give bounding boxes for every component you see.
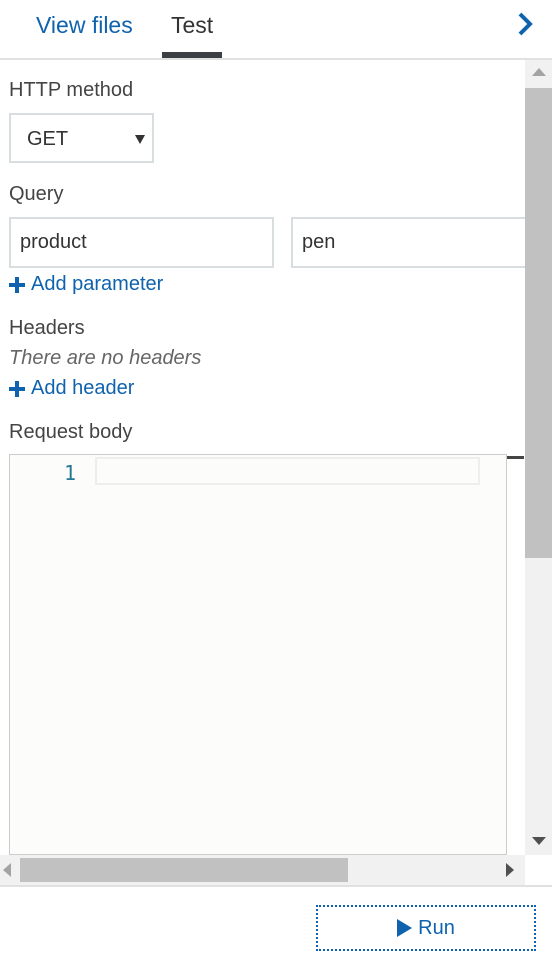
headers-label: Headers [9, 317, 85, 339]
scroll-right-arrow-icon[interactable] [506, 863, 514, 877]
query-param-value-input[interactable]: pen [291, 217, 525, 268]
http-method-select[interactable]: GET [9, 113, 154, 163]
scroll-up-arrow-icon[interactable] [532, 68, 546, 76]
current-line-highlight[interactable] [95, 457, 480, 485]
add-header-link[interactable]: Add header [9, 377, 134, 400]
chevron-right-icon[interactable] [512, 10, 540, 38]
vertical-scrollbar[interactable] [525, 60, 552, 855]
horizontal-scrollbar[interactable] [0, 855, 525, 885]
active-tab-indicator [162, 52, 222, 58]
add-parameter-link[interactable]: Add parameter [9, 273, 163, 296]
tab-bar: View files Test [0, 0, 552, 60]
run-label: Run [418, 916, 455, 939]
http-method-label: HTTP method [9, 79, 134, 101]
tab-test[interactable]: Test [171, 12, 213, 39]
no-headers-text: There are no headers [9, 347, 202, 369]
run-button[interactable]: Run [316, 905, 536, 951]
request-body-editor[interactable]: 1 [9, 454, 507, 855]
query-param-name-input[interactable]: product [9, 217, 274, 268]
query-label: Query [9, 183, 64, 205]
horizontal-scroll-thumb[interactable] [20, 858, 348, 882]
scroll-down-arrow-icon[interactable] [532, 837, 546, 845]
play-icon [397, 919, 413, 937]
plus-icon [9, 276, 25, 293]
request-body-label: Request body [9, 421, 133, 443]
dropdown-caret-icon [135, 135, 145, 144]
vertical-scroll-thumb[interactable] [525, 88, 552, 558]
line-number: 1 [64, 461, 77, 485]
http-method-value: GET [27, 128, 69, 150]
footer-divider [0, 885, 552, 887]
editor-overview-ruler-mark [507, 456, 524, 459]
scroll-left-arrow-icon[interactable] [3, 863, 11, 877]
plus-icon [9, 380, 25, 397]
add-header-label: Add header [31, 377, 135, 399]
tab-view-files[interactable]: View files [36, 12, 133, 39]
add-parameter-label: Add parameter [31, 273, 164, 295]
